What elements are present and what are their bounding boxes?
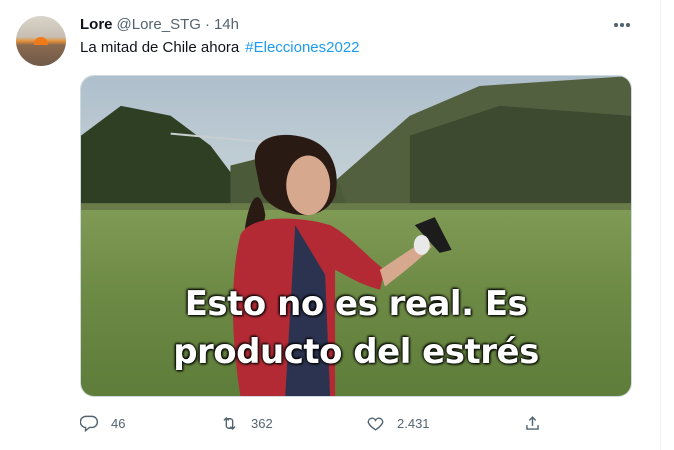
hashtag-link[interactable]: #Elecciones2022: [245, 39, 359, 56]
tweet-body: La mitad de Chile ahora: [80, 39, 240, 56]
author-name[interactable]: Lore: [80, 16, 113, 33]
sunset-sun-shape: [34, 37, 48, 45]
like-button[interactable]: 2.431: [366, 410, 430, 436]
separator-dot: ·: [204, 15, 210, 33]
share-button[interactable]: [523, 410, 542, 436]
tweet-actions: 46 362 2.431: [80, 410, 560, 436]
share-icon: [526, 415, 539, 430]
retweet-button[interactable]: 362: [220, 410, 273, 436]
more-options-icon[interactable]: [610, 13, 634, 37]
retweet-count: 362: [251, 415, 273, 431]
tweet-text: La mitad de Chile ahora #Elecciones2022: [80, 38, 360, 58]
video-caption-line-1: Esto no es real. Es: [184, 284, 528, 324]
retweet-icon: [223, 416, 236, 430]
tweet-card[interactable]: Lore @Lore_STG · 14h La mitad de Chile a…: [0, 0, 661, 450]
video-caption-line-2: producto del estrés: [173, 332, 539, 372]
author-handle[interactable]: @Lore_STG: [117, 16, 201, 33]
reply-button[interactable]: 46: [80, 410, 125, 436]
tweet-media[interactable]: Esto no es real. Es producto del estrés: [80, 75, 632, 397]
tweet-timestamp[interactable]: 14h: [214, 16, 239, 33]
reply-count: 46: [111, 415, 126, 431]
like-count: 2.431: [397, 415, 430, 431]
tweet-header: Lore @Lore_STG · 14h: [80, 14, 239, 34]
reply-icon: [80, 415, 99, 432]
heart-icon: [367, 417, 384, 431]
avatar[interactable]: [16, 16, 66, 66]
